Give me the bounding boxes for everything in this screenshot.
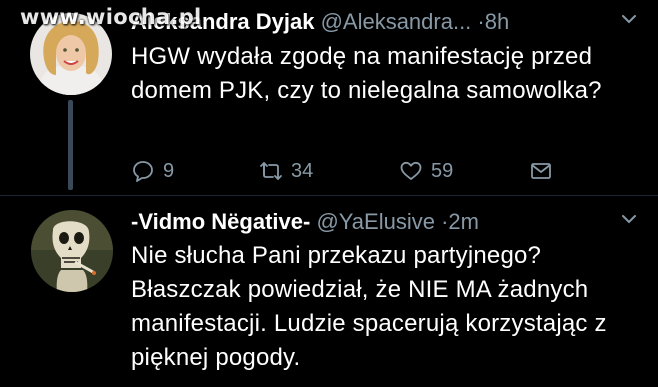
- avatar[interactable]: [31, 210, 113, 292]
- reply-icon: [133, 161, 153, 182]
- retweet-icon: [260, 162, 282, 180]
- tweet-actions: 9 34 59: [131, 156, 591, 186]
- reply-button[interactable]: 9: [131, 156, 174, 186]
- retweet-button[interactable]: 34: [259, 156, 313, 186]
- tweet-header: -Vidmo Nëgative- @YaElusive ·2m: [131, 208, 479, 236]
- chevron-down-icon[interactable]: [620, 210, 638, 228]
- separator-dot: ·: [477, 9, 485, 34]
- like-count: 59: [431, 159, 454, 182]
- tweet-text: HGW wydała zgodę na manifestację przed d…: [131, 43, 602, 104]
- reply-count: 9: [163, 159, 175, 182]
- user-handle[interactable]: @Aleksandra...: [321, 9, 472, 34]
- display-name[interactable]: -Vidmo Nëgative-: [131, 209, 310, 234]
- thread-line: [68, 100, 73, 190]
- envelope-icon: [531, 163, 551, 179]
- like-button[interactable]: 59: [399, 156, 453, 186]
- retweet-count: 34: [291, 159, 314, 182]
- chevron-down-icon[interactable]: [620, 10, 638, 28]
- direct-message-button[interactable]: [529, 156, 561, 186]
- tweet-text: Nie słucha Pani przekazu partyjnego? Bła…: [131, 242, 607, 371]
- timestamp[interactable]: 8h: [485, 9, 509, 34]
- watermark: www.wiocha.pl: [20, 5, 202, 29]
- heart-icon: [400, 161, 422, 180]
- tweet[interactable]: Aleksandra Dyjak @Aleksandra... ·8h HGW …: [0, 0, 658, 195]
- timestamp[interactable]: 2m: [448, 209, 479, 234]
- tweet[interactable]: -Vidmo Nëgative- @YaElusive ·2m Nie słuc…: [0, 195, 658, 387]
- user-handle[interactable]: @YaElusive: [316, 209, 435, 234]
